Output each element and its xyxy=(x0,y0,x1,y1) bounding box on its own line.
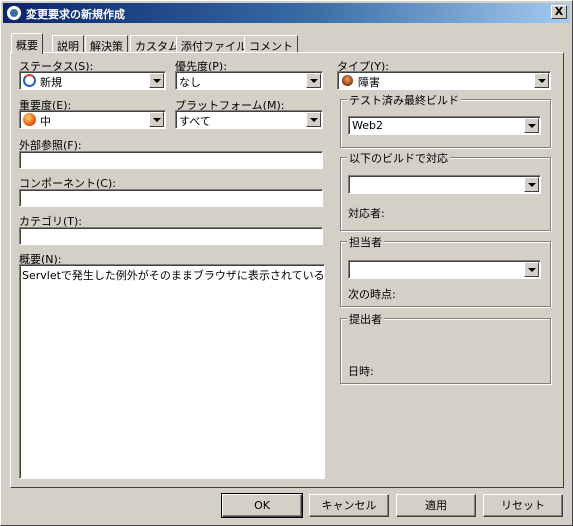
next-time-label: 次の時点: xyxy=(348,288,396,301)
app-icon xyxy=(6,5,22,21)
priority-value: なし xyxy=(179,76,201,89)
summary-textarea[interactable]: Servletで発生した例外がそのままブラウザに表示されている xyxy=(19,264,325,479)
status-value: 新規 xyxy=(40,76,62,89)
external-ref-input[interactable] xyxy=(19,151,323,169)
chevron-down-icon[interactable] xyxy=(524,262,539,277)
severity-icon xyxy=(23,113,36,126)
component-input[interactable] xyxy=(19,189,323,207)
type-select[interactable]: 障害 xyxy=(337,71,551,90)
datetime-label: 日時: xyxy=(348,365,374,378)
bug-icon xyxy=(342,75,353,86)
platform-value: すべて xyxy=(179,115,211,128)
tab-overview[interactable]: 概要 xyxy=(11,33,43,54)
chevron-down-icon[interactable] xyxy=(149,112,164,127)
apply-button[interactable]: 適用 xyxy=(396,494,476,517)
type-value: 障害 xyxy=(358,76,380,89)
cancel-button[interactable]: キャンセル xyxy=(309,494,389,517)
chevron-down-icon[interactable] xyxy=(524,177,539,192)
tested-build-legend: テスト済み最終ビルド xyxy=(347,92,461,108)
fixed-in-build-legend: 以下のビルドで対応 xyxy=(347,150,450,166)
submitter-legend: 提出者 xyxy=(347,311,384,327)
tab-description[interactable]: 説明 xyxy=(52,35,84,53)
category-input[interactable] xyxy=(19,227,323,245)
title-bar[interactable]: 変更要求の新規作成 X xyxy=(3,3,570,23)
chevron-down-icon[interactable] xyxy=(149,73,164,88)
chevron-down-icon[interactable] xyxy=(534,73,549,88)
severity-select[interactable]: 中 xyxy=(19,110,166,129)
assignee-select[interactable] xyxy=(348,260,541,279)
severity-value: 中 xyxy=(40,115,51,128)
fixed-in-build-select[interactable] xyxy=(348,175,541,194)
new-change-request-dialog: 変更要求の新規作成 X 概要 説明 解決策 カスタム 添付ファイル コメント ス… xyxy=(0,0,573,526)
chevron-down-icon[interactable] xyxy=(306,112,321,127)
tab-resolution[interactable]: 解決策 xyxy=(85,35,128,53)
reset-button[interactable]: リセット xyxy=(483,494,563,517)
tested-build-value: Web2 xyxy=(352,119,383,132)
fixed-by-label: 対応者: xyxy=(348,207,385,220)
tested-build-select[interactable]: Web2 xyxy=(348,116,541,135)
ok-button[interactable]: OK xyxy=(221,493,303,518)
status-select[interactable]: 新規 xyxy=(19,71,166,90)
chevron-down-icon[interactable] xyxy=(524,118,539,133)
priority-select[interactable]: なし xyxy=(175,71,323,90)
summary-text: Servletで発生した例外がそのままブラウザに表示されている xyxy=(22,269,325,282)
close-button[interactable]: X xyxy=(551,5,567,19)
assignee-legend: 担当者 xyxy=(347,234,384,250)
platform-select[interactable]: すべて xyxy=(175,110,323,129)
tab-attachments[interactable]: 添付ファイル xyxy=(176,35,252,53)
tab-comments[interactable]: コメント xyxy=(244,35,298,53)
chevron-down-icon[interactable] xyxy=(306,73,321,88)
window-title: 変更要求の新規作成 xyxy=(26,8,125,21)
new-status-icon xyxy=(23,74,36,87)
